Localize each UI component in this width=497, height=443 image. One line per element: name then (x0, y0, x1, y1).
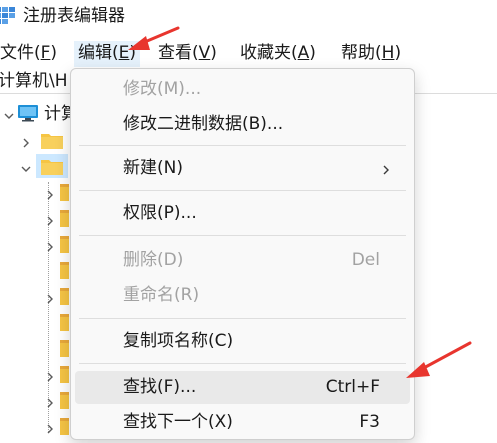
chevron-right-icon[interactable] (44, 368, 56, 382)
tree-node[interactable] (0, 414, 70, 440)
folder-icon (40, 132, 63, 149)
window-title: 注册表编辑器 (23, 6, 125, 26)
folder-icon (60, 366, 69, 383)
chevron-right-icon (380, 162, 392, 176)
menu-item-modify-binary[interactable]: 修改二进制数据(B)... (75, 108, 410, 141)
menu-item-permissions[interactable]: 权限(P)... (75, 197, 410, 230)
chevron-down-icon[interactable] (3, 107, 15, 119)
menu-help[interactable]: 帮助(H) (337, 41, 405, 67)
menu-separator (79, 318, 406, 319)
tree-node-selected[interactable] (0, 154, 70, 180)
folder-icon (60, 392, 69, 409)
tree-node-computer[interactable]: 计算 (0, 102, 78, 128)
menu-favorites[interactable]: 收藏夹(A) (236, 41, 320, 67)
menu-separator (79, 145, 406, 146)
menu-item-delete[interactable]: 删除(D) Del (75, 244, 410, 277)
chevron-right-icon[interactable] (44, 212, 56, 226)
tree-node[interactable] (0, 336, 70, 362)
tree-node[interactable] (0, 388, 70, 414)
chevron-right-icon[interactable] (44, 186, 56, 200)
tree-node[interactable] (0, 180, 70, 206)
menu-bar: 文件(F) 编辑(E) 查看(V) 收藏夹(A) 帮助(H) (0, 36, 497, 70)
menu-view[interactable]: 查看(V) (154, 41, 221, 67)
menu-item-find[interactable]: 查找(F)... Ctrl+F (75, 371, 410, 404)
chevron-right-icon[interactable] (20, 134, 32, 148)
menu-item-copy-key-name[interactable]: 复制项名称(C) (75, 325, 410, 358)
menu-edit[interactable]: 编辑(E) (74, 41, 141, 67)
tree-node[interactable] (0, 128, 70, 154)
folder-icon (60, 340, 69, 357)
menu-item-modify[interactable]: 修改(M)... (75, 73, 410, 106)
tree-node[interactable] (0, 310, 70, 336)
regedit-icon (0, 6, 16, 26)
chevron-right-icon[interactable] (44, 238, 56, 252)
folder-icon (60, 418, 69, 435)
folder-icon (60, 210, 69, 227)
tree-node[interactable] (0, 362, 70, 388)
chevron-right-icon[interactable] (44, 290, 56, 304)
menu-file[interactable]: 文件(F) (0, 41, 61, 67)
folder-icon (60, 184, 69, 201)
chevron-right-icon[interactable] (44, 420, 56, 434)
title-bar: 注册表编辑器 (0, 0, 497, 34)
tree-node[interactable] (0, 258, 70, 284)
registry-editor-window: 注册表编辑器 文件(F) 编辑(E) 查看(V) 收藏夹(A) 帮助(H) 计算… (0, 0, 497, 443)
folder-icon (60, 314, 69, 331)
chevron-down-icon[interactable] (20, 160, 32, 172)
folder-icon (60, 236, 69, 253)
folder-icon (60, 262, 69, 279)
menu-separator (79, 363, 406, 364)
menu-item-new[interactable]: 新建(N) (75, 152, 410, 185)
menu-item-rename[interactable]: 重命名(R) (75, 279, 410, 312)
folder-icon (60, 288, 69, 305)
tree-node[interactable] (0, 206, 70, 232)
menu-separator (79, 235, 406, 236)
folder-open-icon (40, 158, 63, 175)
tree-node[interactable] (0, 284, 70, 310)
chevron-right-icon[interactable] (44, 394, 56, 408)
computer-icon (17, 104, 39, 122)
menu-separator (79, 190, 406, 191)
tree-node[interactable] (0, 232, 70, 258)
edit-menu-dropdown: 修改(M)... 修改二进制数据(B)... 新建(N) 权限(P)... 删除… (70, 68, 415, 440)
address-path: 计算机\H (0, 71, 68, 91)
menu-item-find-next[interactable]: 查找下一个(X) F3 (75, 406, 410, 439)
